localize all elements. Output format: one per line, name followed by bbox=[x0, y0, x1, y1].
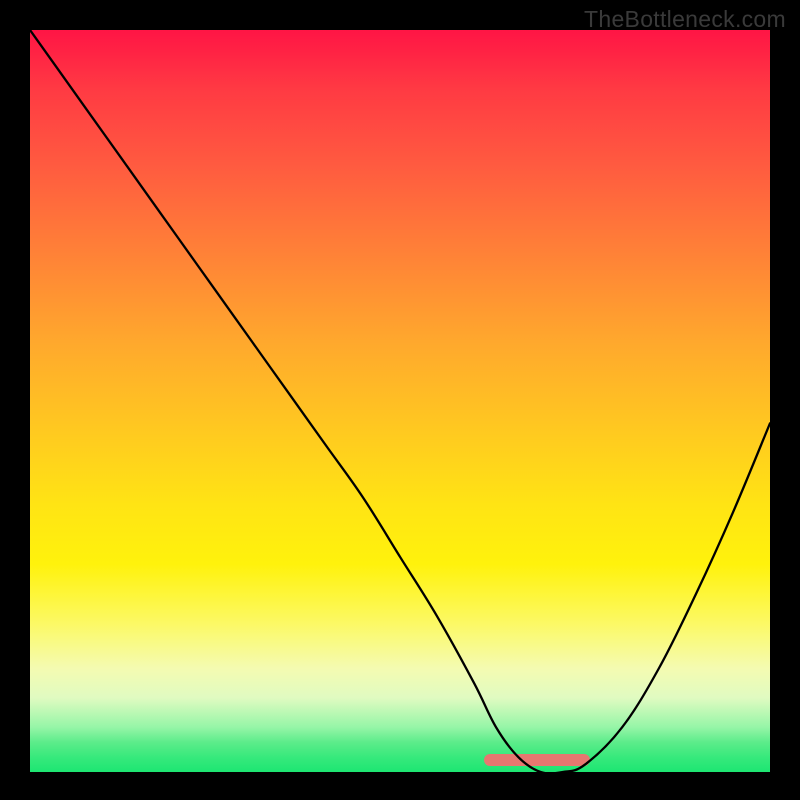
bottleneck-curve bbox=[30, 30, 770, 772]
chart-frame: TheBottleneck.com bbox=[0, 0, 800, 800]
watermark-text: TheBottleneck.com bbox=[584, 6, 786, 33]
plot-area bbox=[30, 30, 770, 772]
